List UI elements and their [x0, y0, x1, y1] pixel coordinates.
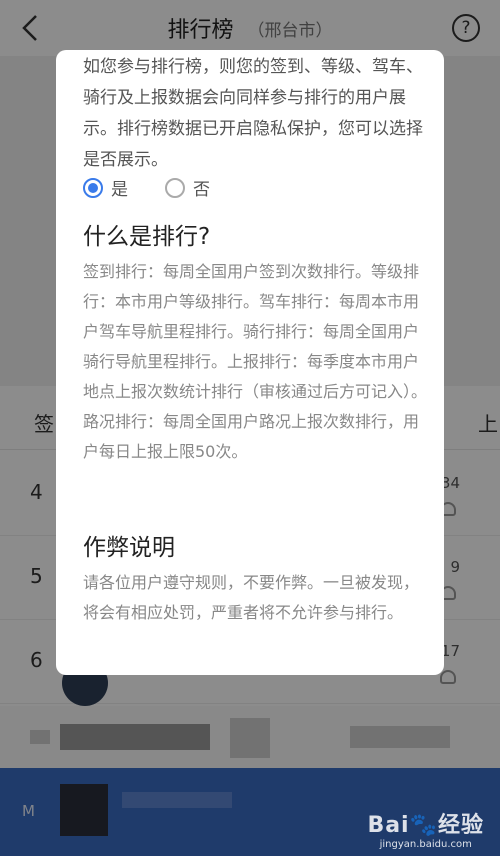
what-is-ranking-text: 签到排行：每周全国用户签到次数排行。等级排行：本市用户等级排行。驾车排行：每周本… — [83, 262, 428, 461]
radio-no-label[interactable]: 否 — [193, 175, 210, 200]
cheating-text: 请各位用户遵守规则，不要作弊。一旦被发现，将会有相应处罚，严重者将不允许参与排行… — [83, 573, 420, 622]
baidu-jingyan-watermark: Bai🐾经验 jingyan.baidu.com — [367, 807, 484, 850]
what-is-ranking-heading: 什么是排行? — [83, 224, 211, 250]
watermark-logo: Bai🐾经验 — [367, 813, 484, 838]
ranking-info-dialog: 如您参与排行榜，则您的签到、等级、驾车、骑行及上报数据会向同样参与排行的用户展示… — [56, 50, 444, 675]
radio-no[interactable] — [165, 178, 185, 198]
cheating-heading: 作弊说明 — [83, 535, 175, 561]
radio-yes-label[interactable]: 是 — [111, 175, 128, 200]
intro-text: 如您参与排行榜，则您的签到、等级、驾车、骑行及上报数据会向同样参与排行的用户展示… — [83, 57, 423, 170]
display-choice: 是 否 — [83, 174, 423, 200]
radio-yes[interactable] — [83, 178, 103, 198]
watermark-url: jingyan.baidu.com — [379, 839, 472, 850]
